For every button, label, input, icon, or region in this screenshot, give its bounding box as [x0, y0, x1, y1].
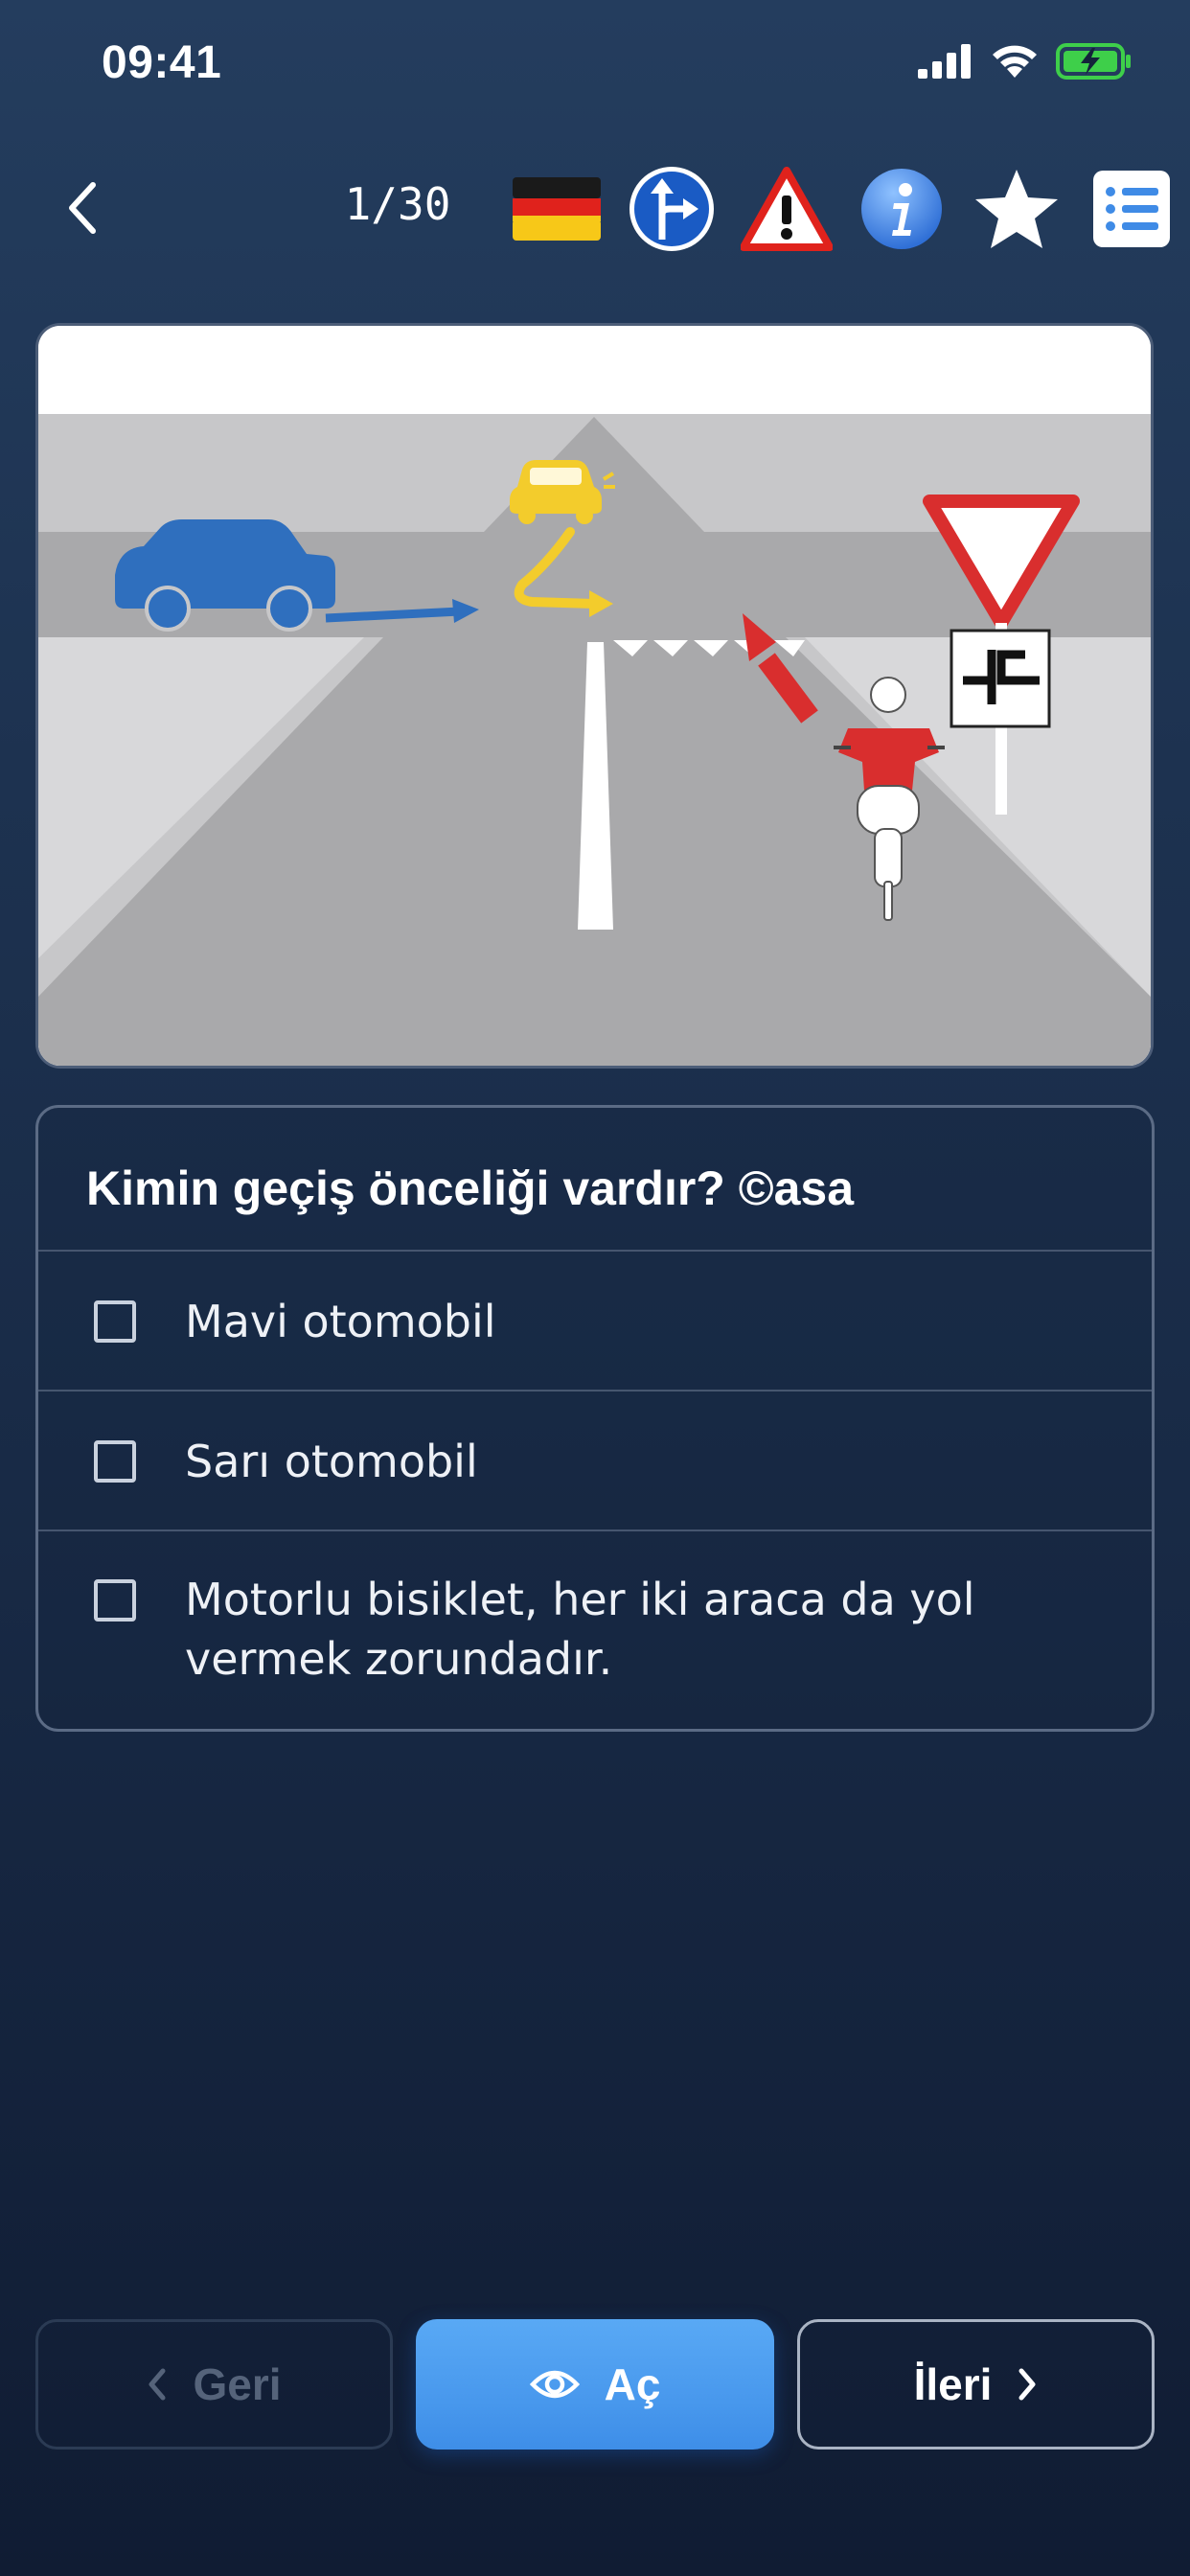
answer-option-1[interactable]: Mavi otomobil [38, 1252, 1152, 1392]
question-title: Kimin geçiş önceliği vardır? ©asa [38, 1108, 1152, 1252]
answer-option-2[interactable]: Sarı otomobil [38, 1392, 1152, 1531]
bottom-navigation: Geri Aç İleri [0, 2319, 1190, 2453]
direction-arrow-sign-icon [629, 167, 714, 251]
chevron-right-icon [1018, 2368, 1036, 2401]
status-icons [918, 42, 1133, 80]
question-card: Kimin geçiş önceliği vardır? ©asa Mavi o… [35, 1105, 1155, 1732]
answer-option-3[interactable]: Motorlu bisiklet, her iki araca da yol v… [38, 1531, 1152, 1723]
question-illustration [35, 323, 1154, 1069]
status-bar: 09:41 [0, 0, 1190, 125]
list-icon [1093, 171, 1170, 247]
language-button[interactable] [511, 163, 603, 255]
info-button[interactable] [856, 163, 948, 255]
answer-checkbox[interactable] [94, 1440, 136, 1483]
previous-label: Geri [193, 2359, 282, 2409]
previous-button[interactable]: Geri [35, 2319, 393, 2450]
status-time: 09:41 [102, 37, 222, 88]
next-button[interactable]: İleri [797, 2319, 1155, 2450]
wifi-icon [993, 45, 1037, 78]
germany-flag-icon [513, 177, 601, 241]
answer-checkbox[interactable] [94, 1300, 136, 1343]
warning-button[interactable] [741, 163, 833, 255]
info-icon [861, 169, 942, 249]
signal-icon [918, 44, 971, 79]
top-toolbar: 1/30 [0, 153, 1190, 259]
reveal-label: Aç [604, 2359, 661, 2409]
question-counter: 1/30 [344, 178, 451, 230]
intersection-scene [38, 326, 1151, 1066]
answer-text: Mavi otomobil [185, 1296, 496, 1347]
chevron-left-icon [69, 182, 96, 234]
chevron-left-icon [149, 2368, 166, 2401]
warning-triangle-icon [741, 167, 833, 251]
answer-checkbox[interactable] [94, 1579, 136, 1622]
star-icon [975, 170, 1058, 248]
back-button[interactable] [50, 174, 117, 242]
next-label: İleri [913, 2359, 993, 2409]
battery-charging-icon [1056, 43, 1131, 80]
answer-text: Sarı otomobil [185, 1436, 478, 1487]
answer-text: Motorlu bisiklet, her iki araca da yol v… [185, 1574, 975, 1685]
question-list-button[interactable] [1086, 163, 1178, 255]
reveal-answer-button[interactable]: Aç [416, 2319, 774, 2450]
direction-sign-button[interactable] [626, 163, 718, 255]
favorite-button[interactable] [971, 163, 1063, 255]
eye-icon [529, 2370, 580, 2399]
